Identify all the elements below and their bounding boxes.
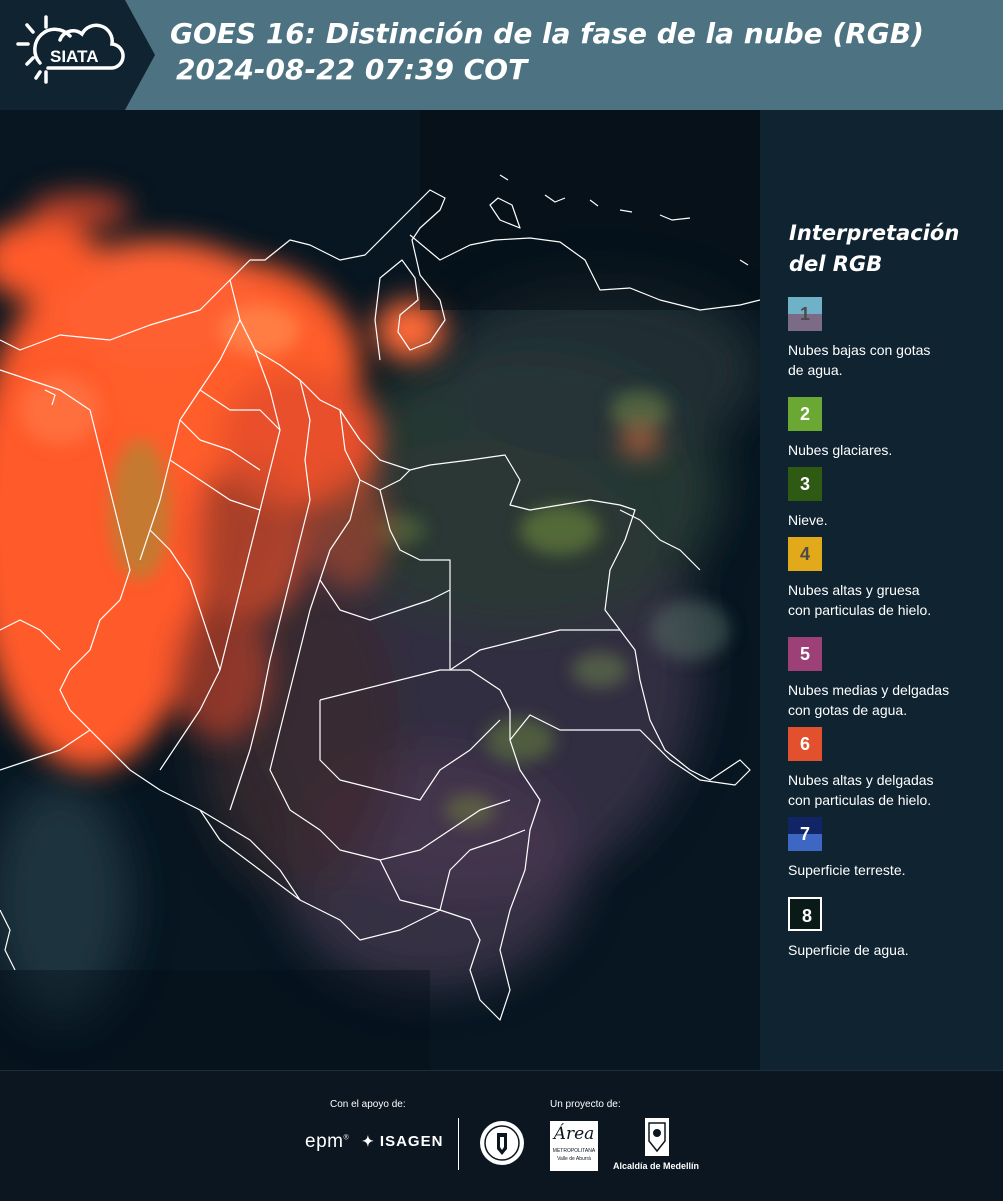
- legend-label: Nieve.: [788, 510, 998, 530]
- seal-logo: [480, 1121, 524, 1165]
- legend-swatch: 4: [788, 537, 822, 571]
- legend-swatch: 7: [788, 817, 822, 851]
- legend-label-line2: con particulas de hielo.: [788, 792, 932, 808]
- area-metropolitana-logo: Área METROPOLITANA Valle de Aburrá: [550, 1121, 598, 1171]
- epm-logo: epm®: [305, 1131, 350, 1152]
- legend-swatch-number: 1: [799, 304, 810, 324]
- legend-swatch: 8: [788, 897, 822, 931]
- legend-label-line1: Nubes altas y delgadas: [788, 772, 934, 788]
- legend-swatch-number: 2: [799, 404, 810, 424]
- legend-item-4: 4 Nubes altas y gruesa con particulas de h…: [788, 537, 998, 620]
- legend-label: Superficie terreste.: [788, 860, 998, 880]
- legend-label-line2: con particulas de hielo.: [788, 602, 932, 618]
- legend-item-7: 7 Superficie terreste.: [788, 817, 998, 880]
- legend-label-line1: Superficie terreste.: [788, 862, 906, 878]
- legend-label: Nubes glaciares.: [788, 440, 998, 460]
- legend-swatch-number: 5: [799, 644, 810, 664]
- area-logo-sub2: Valle de Aburrá: [557, 1156, 591, 1162]
- legend-label: Nubes medias y delgadas con gotas de agua…: [788, 680, 998, 720]
- legend-label-line2: con gotas de agua.: [788, 702, 908, 718]
- satellite-image: [0, 110, 760, 1070]
- medellin-logo-text: Alcaldía de Medellín: [613, 1161, 700, 1171]
- legend-title: Interpretación del RGB: [789, 218, 989, 280]
- legend-title-line1: Interpretación: [789, 221, 960, 245]
- legend-item-6: 6 Nubes altas y delgadas con particulas de…: [788, 727, 998, 810]
- legend-label: Superficie de agua.: [788, 940, 998, 960]
- legend-label-line1: Nubes altas y gruesa: [788, 582, 920, 598]
- legend-label: Nubes altas y gruesa con particulas de hi…: [788, 580, 998, 620]
- area-logo-main: Área: [553, 1124, 595, 1144]
- legend-swatch: 6: [788, 727, 822, 761]
- legend-item-2: 2 Nubes glaciares.: [788, 397, 998, 460]
- legend-swatch-number: 4: [799, 544, 810, 564]
- satellite-map: [0, 110, 760, 1070]
- project-label: Un proyecto de:: [550, 1099, 621, 1110]
- legend-label-line1: Nubes bajas con gotas: [788, 342, 931, 358]
- logo-text: SIATA: [50, 47, 98, 66]
- legend-panel: Interpretación del RGB 1 Nubes bajas con …: [760, 110, 1003, 1070]
- legend-label-line1: Nubes glaciares.: [788, 442, 893, 458]
- legend-label-line1: Nieve.: [788, 512, 828, 528]
- legend-label-line1: Superficie de agua.: [788, 942, 909, 958]
- footer-divider: [458, 1118, 459, 1170]
- legend-title-line2: del RGB: [789, 252, 883, 276]
- legend-label-line2: de agua.: [788, 362, 843, 378]
- legend-swatch-number: 8: [801, 906, 812, 926]
- footer: Con el apoyo de: Un proyecto de: epm® ✦ …: [0, 1070, 1003, 1201]
- medellin-crest-icon: [645, 1118, 669, 1156]
- legend-swatch: 1: [788, 297, 822, 331]
- legend-swatch-number: 7: [799, 824, 810, 844]
- title-product: GOES 16: Distinción de la fase de la nub…: [170, 17, 924, 50]
- legend-item-5: 5 Nubes medias y delgadas con gotas de agu…: [788, 637, 998, 720]
- isagen-logo: ✦ ISAGEN: [362, 1133, 444, 1150]
- title-timestamp: 2024-08-22 07:39 COT: [176, 53, 528, 86]
- legend-swatch-number: 3: [799, 474, 810, 494]
- legend-label-line1: Nubes medias y delgadas: [788, 682, 950, 698]
- support-label: Con el apoyo de:: [330, 1099, 406, 1110]
- area-logo-sub1: METROPOLITANA: [552, 1148, 596, 1154]
- legend-swatch: 5: [788, 637, 822, 671]
- isagen-mark-icon: ✦: [362, 1133, 375, 1149]
- siata-logo: SIATA: [0, 0, 155, 110]
- legend-swatch: 2: [788, 397, 822, 431]
- header: SIATA GOES 16: Distinción de la fase de …: [0, 0, 1003, 110]
- legend-swatch-number: 6: [799, 734, 810, 754]
- legend-label: Nubes altas y delgadas con particulas de …: [788, 770, 998, 810]
- legend-label: Nubes bajas con gotas de agua.: [788, 340, 998, 380]
- legend-swatch: 3: [788, 467, 822, 501]
- legend-item-8: 8 Superficie de agua.: [788, 897, 998, 960]
- page-title: GOES 16: Distinción de la fase de la nub…: [170, 16, 924, 88]
- legend-item-3: 3 Nieve.: [788, 467, 998, 530]
- legend-item-1: 1 Nubes bajas con gotas de agua.: [788, 297, 998, 380]
